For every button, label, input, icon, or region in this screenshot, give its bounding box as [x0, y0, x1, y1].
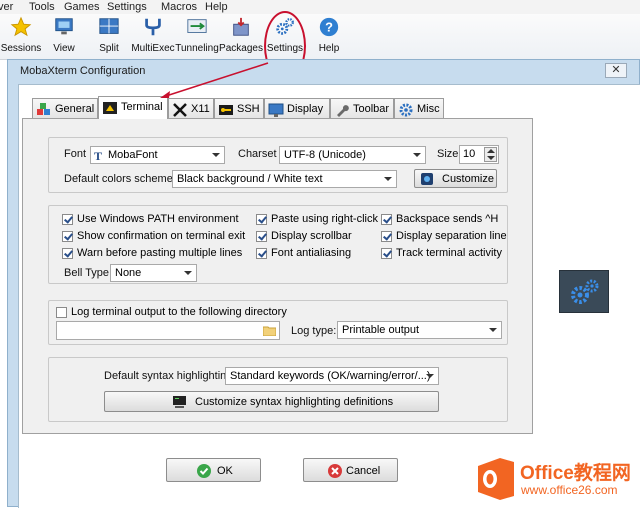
wrench-icon	[337, 105, 349, 117]
chevron-up-icon	[487, 149, 495, 153]
terminal-tab-panel: Font T MobaFont Charset UTF-8 (Unicode) …	[22, 118, 533, 434]
help-icon: ?	[319, 17, 339, 37]
tunnel-icon	[187, 19, 207, 33]
log-directory-input[interactable]	[56, 321, 280, 340]
checkbox-box	[56, 307, 67, 318]
terminal-icon	[103, 102, 117, 114]
dialog-title: MobaXterm Configuration	[20, 65, 146, 77]
syntax-label: Default syntax highlighting:	[104, 370, 236, 382]
chevron-down-icon	[212, 153, 220, 157]
tab-display[interactable]: Display	[264, 98, 330, 119]
ok-button[interactable]: OK	[166, 458, 261, 482]
size-stepper[interactable]: 10	[459, 145, 499, 164]
tab-terminal[interactable]: Terminal	[98, 96, 168, 119]
star-icon	[10, 16, 32, 37]
checkbox-box	[256, 214, 267, 225]
svg-text:?: ?	[325, 20, 333, 35]
x11-icon	[173, 103, 187, 117]
cancel-circle-icon	[328, 464, 342, 478]
help-button[interactable]: ? Help	[304, 16, 354, 56]
display-icon	[268, 103, 284, 117]
split-window-icon	[99, 18, 119, 34]
menu-games[interactable]: Games	[64, 0, 99, 14]
watermark-brand: Office教程网	[520, 463, 631, 484]
palette-icon	[421, 173, 433, 185]
dialog-close-button[interactable]: ✕	[605, 63, 627, 78]
settings-gear-widget[interactable]	[559, 270, 609, 313]
tab-ssh[interactable]: SSH	[214, 98, 264, 119]
log-type-label: Log type:	[291, 325, 337, 337]
charset-select[interactable]: UTF-8 (Unicode)	[279, 146, 426, 164]
tab-misc[interactable]: Misc	[394, 98, 444, 119]
folder-icon[interactable]	[263, 325, 276, 336]
gear-icon	[399, 103, 413, 117]
terminal-options-group: Use Windows PATH environment Paste using…	[48, 205, 508, 284]
menu-tools[interactable]: Tools	[29, 0, 55, 14]
terminal-small-icon	[173, 396, 186, 408]
checkbox-box	[381, 231, 392, 242]
checkbox-box	[381, 248, 392, 259]
menu-help[interactable]: Help	[205, 0, 228, 14]
package-icon	[233, 17, 249, 36]
monitor-icon	[55, 18, 73, 35]
bell-type-select[interactable]: None	[110, 264, 197, 282]
colors-scheme-select[interactable]: Black background / White text	[172, 170, 397, 188]
chevron-down-icon	[487, 156, 495, 160]
chevron-down-icon	[413, 153, 421, 157]
gears-icon	[571, 279, 599, 304]
checkbox-box	[62, 248, 73, 259]
cancel-button[interactable]: Cancel	[303, 458, 398, 482]
watermark-url: www.office26.com	[521, 483, 618, 497]
tab-toolbar[interactable]: Toolbar	[330, 98, 394, 119]
watermark: Office教程网 www.office26.com	[470, 452, 640, 507]
syntax-select[interactable]: Standard keywords (OK/warning/error/...)	[225, 367, 439, 385]
syntax-highlighting-group: Default syntax highlighting: Standard ke…	[48, 357, 508, 422]
customize-colors-button[interactable]: Customize	[414, 169, 497, 188]
customize-syntax-button[interactable]: Customize syntax highlighting definition…	[104, 391, 439, 412]
size-spin-buttons[interactable]	[484, 147, 497, 162]
menu-settings[interactable]: Settings	[107, 0, 147, 14]
tab-x11[interactable]: X11	[168, 98, 214, 119]
tab-general[interactable]: General	[32, 98, 98, 119]
svg-text:T: T	[94, 149, 102, 161]
font-label: Font	[64, 148, 87, 160]
charset-label: Charset	[238, 148, 277, 160]
chevron-down-icon	[426, 374, 434, 378]
log-type-select[interactable]: Printable output	[337, 321, 502, 339]
key-icon	[219, 105, 233, 115]
checkbox-box	[62, 231, 73, 242]
chevron-down-icon	[489, 328, 497, 332]
bell-type-label: Bell Type:	[64, 267, 113, 279]
menu-macros[interactable]: Macros	[161, 0, 197, 14]
main-toolbar: Sessions View Split MultiExec Tunneling …	[0, 14, 640, 60]
chevron-down-icon	[184, 271, 192, 275]
check-circle-icon	[197, 464, 211, 478]
cubes-icon	[37, 103, 50, 115]
size-label: Size	[437, 148, 459, 160]
checkbox-box	[381, 214, 392, 225]
checkbox-box	[62, 214, 73, 225]
fork-icon	[145, 18, 161, 36]
office-logo-icon	[478, 458, 514, 500]
menu-server[interactable]: ver	[0, 0, 13, 14]
colors-scheme-label: Default colors scheme:	[64, 173, 176, 185]
checkbox-box	[256, 248, 267, 259]
font-settings-group: Font T MobaFont Charset UTF-8 (Unicode) …	[48, 137, 508, 193]
font-select[interactable]: T MobaFont	[90, 146, 225, 164]
chevron-down-icon	[384, 177, 392, 181]
logging-group: Log terminal output to the following dir…	[48, 300, 508, 345]
font-icon: T	[94, 149, 102, 161]
checkbox-box	[256, 231, 267, 242]
app-menu-bar: ver Tools Games Settings Macros Help	[0, 0, 640, 14]
